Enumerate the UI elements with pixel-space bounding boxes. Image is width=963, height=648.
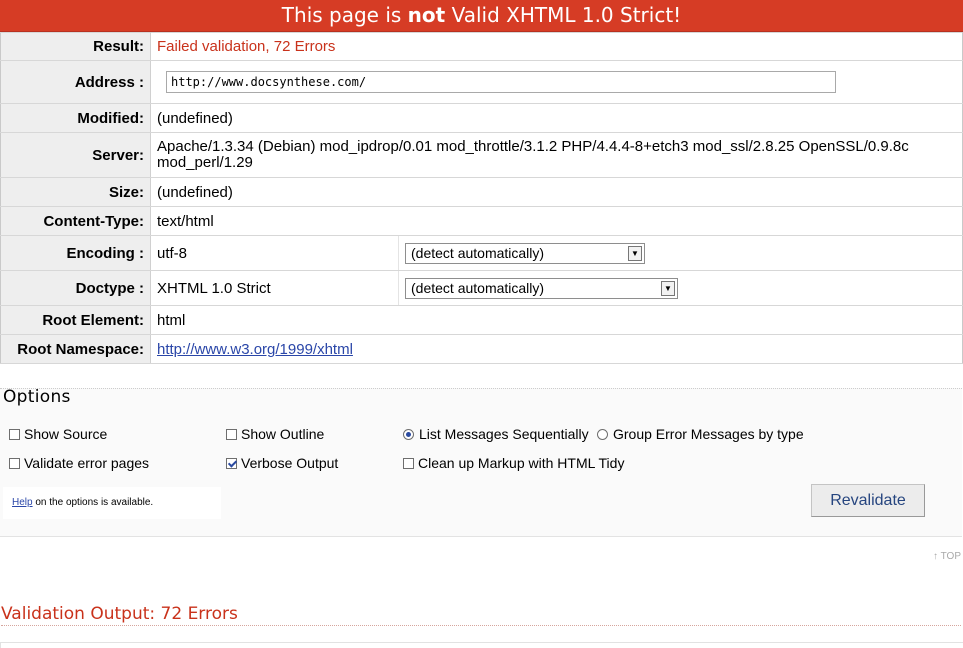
options-panel: Options Show Source Show Outline List Me… (0, 387, 962, 537)
server-label: Server: (0, 132, 151, 178)
group-by-type-radio[interactable] (597, 428, 608, 440)
doctype-row: Doctype : XHTML 1.0 Strict (detect autom… (0, 270, 963, 306)
output-section-divider (0, 642, 963, 648)
address-input[interactable] (166, 71, 836, 93)
chevron-down-icon[interactable]: ▼ (628, 245, 642, 261)
root-element-label: Root Element: (0, 305, 151, 335)
validate-error-pages-checkbox[interactable] (9, 457, 20, 469)
show-source-option[interactable]: Show Source (9, 426, 107, 442)
root-namespace-link[interactable]: http://www.w3.org/1999/xhtml (157, 341, 353, 358)
modified-row: Modified: (undefined) (0, 103, 963, 133)
server-row: Server: Apache/1.3.34 (Debian) mod_ipdro… (0, 132, 963, 178)
chevron-down-icon[interactable]: ▼ (661, 280, 675, 296)
verbose-output-option[interactable]: Verbose Output (226, 455, 338, 471)
validate-error-pages-label: Validate error pages (24, 455, 150, 471)
encoding-select-cell: (detect automatically) ▼ (398, 235, 963, 271)
modified-value: (undefined) (150, 103, 963, 133)
help-note: Help on the options is available. (3, 487, 221, 519)
validate-error-pages-option[interactable]: Validate error pages (9, 455, 149, 471)
result-label: Result: (0, 32, 151, 61)
html-tidy-checkbox[interactable] (403, 457, 414, 469)
content-type-label: Content-Type: (0, 206, 151, 236)
encoding-label: Encoding : (0, 235, 151, 271)
help-link[interactable]: Help (12, 497, 33, 508)
revalidate-button[interactable]: Revalidate (811, 484, 925, 517)
validation-output-title: Validation Output: 72 Errors (1, 604, 961, 626)
encoding-row: Encoding : utf-8 (detect automatically) … (0, 235, 963, 271)
show-outline-option[interactable]: Show Outline (226, 426, 324, 442)
result-value: Failed validation, 72 Errors (150, 32, 963, 61)
address-label: Address : (0, 60, 151, 104)
encoding-select-value: (detect automatically) (411, 244, 545, 261)
root-namespace-row: Root Namespace: http://www.w3.org/1999/x… (0, 334, 963, 364)
server-value: Apache/1.3.34 (Debian) mod_ipdrop/0.01 m… (150, 132, 963, 178)
top-link[interactable]: ↑ TOP (933, 551, 961, 562)
root-namespace-cell: http://www.w3.org/1999/xhtml (150, 334, 963, 364)
size-row: Size: (undefined) (0, 177, 963, 207)
size-label: Size: (0, 177, 151, 207)
group-by-type-option[interactable]: Group Error Messages by type (597, 426, 804, 442)
show-source-checkbox[interactable] (9, 428, 20, 440)
verbose-output-label: Verbose Output (241, 455, 339, 471)
show-source-label: Show Source (24, 426, 108, 442)
doctype-select[interactable]: (detect automatically) ▼ (405, 277, 678, 299)
group-by-type-label: Group Error Messages by type (613, 426, 804, 442)
encoding-select[interactable]: (detect automatically) ▼ (405, 242, 645, 264)
help-text: on the options is available. (32, 497, 154, 508)
address-row: Address : (0, 60, 963, 104)
document-meta-table: Result: Failed validation, 72 Errors Add… (0, 32, 963, 364)
show-outline-label: Show Outline (241, 426, 325, 442)
size-value: (undefined) (150, 177, 963, 207)
banner-suffix: Valid XHTML 1.0 Strict! (445, 3, 682, 27)
root-element-value: html (150, 305, 963, 335)
content-type-row: Content-Type: text/html (0, 206, 963, 236)
html-tidy-option[interactable]: Clean up Markup with HTML Tidy (403, 455, 624, 471)
doctype-value: XHTML 1.0 Strict (150, 270, 399, 306)
list-sequential-radio[interactable] (403, 428, 414, 440)
doctype-select-value: (detect automatically) (411, 279, 545, 296)
validation-banner: This page is not Valid XHTML 1.0 Strict! (0, 0, 963, 32)
html-tidy-label: Clean up Markup with HTML Tidy (418, 455, 625, 471)
modified-label: Modified: (0, 103, 151, 133)
show-outline-checkbox[interactable] (226, 428, 237, 440)
content-type-value: text/html (150, 206, 963, 236)
options-title: Options (3, 387, 71, 407)
root-element-row: Root Element: html (0, 305, 963, 335)
encoding-value: utf-8 (150, 235, 399, 271)
doctype-select-cell: (detect automatically) ▼ (398, 270, 963, 306)
list-sequential-label: List Messages Sequentially (419, 426, 589, 442)
banner-prefix: This page is (281, 3, 408, 27)
banner-emphasis: not (407, 3, 446, 27)
address-cell (150, 60, 963, 104)
root-namespace-label: Root Namespace: (0, 334, 151, 364)
doctype-label: Doctype : (0, 270, 151, 306)
verbose-output-checkbox[interactable] (226, 457, 237, 469)
list-sequential-option[interactable]: List Messages Sequentially (403, 426, 589, 442)
result-row: Result: Failed validation, 72 Errors (0, 32, 963, 61)
